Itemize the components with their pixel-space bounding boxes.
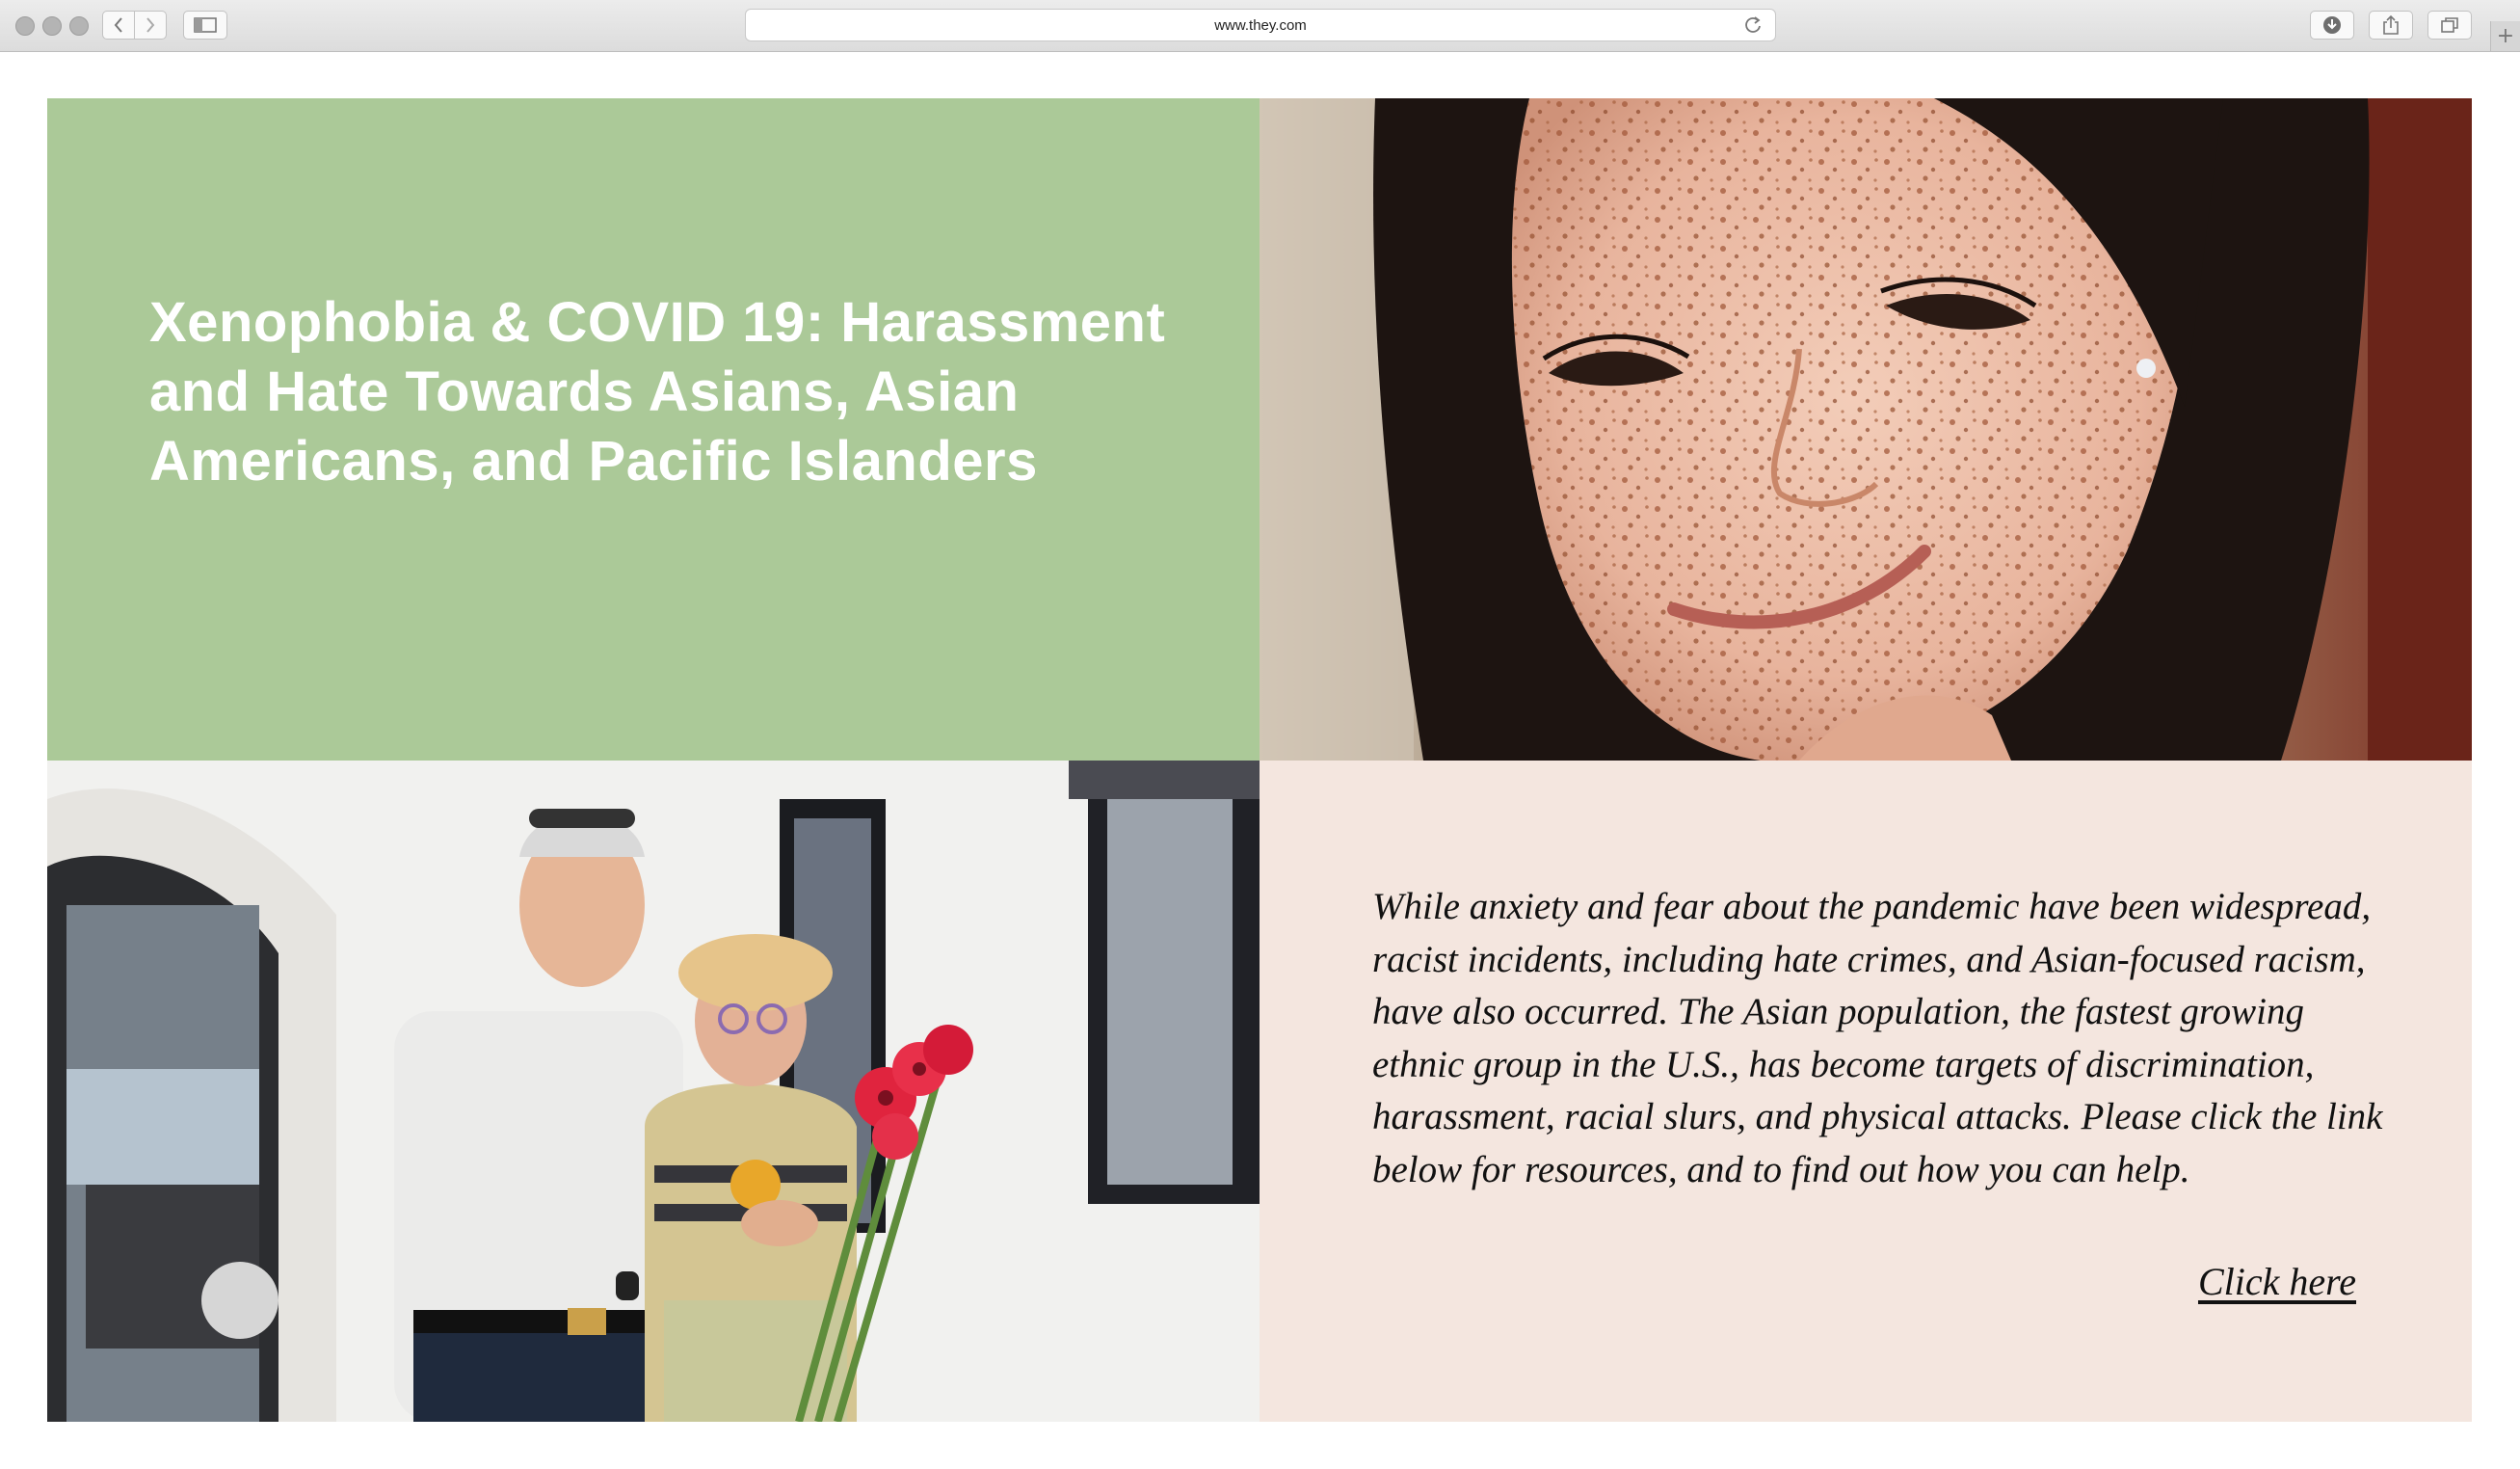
minimize-window-button[interactable] [42, 16, 62, 36]
download-icon [2323, 16, 2341, 34]
chevron-right-icon [146, 17, 155, 33]
browser-toolbar: www.they.com + [0, 0, 2520, 52]
address-bar[interactable]: www.they.com [745, 9, 1776, 41]
resources-link[interactable]: Click here [2198, 1259, 2356, 1304]
info-body-text: While anxiety and fear about the pandemi… [1372, 886, 2383, 1190]
downloads-button[interactable] [2310, 11, 2354, 40]
sidebar-button[interactable] [183, 11, 227, 40]
back-button[interactable] [102, 11, 135, 40]
page-content: Xenophobia & COVID 19: Harassment and Ha… [47, 98, 2472, 1422]
new-tab-button[interactable]: + [2490, 21, 2520, 51]
forward-button[interactable] [134, 11, 167, 40]
info-panel: While anxiety and fear about the pandemi… [1260, 761, 2472, 1422]
close-window-button[interactable] [15, 16, 35, 36]
hero-title: Xenophobia & COVID 19: Harassment and Ha… [149, 291, 1166, 493]
reload-icon[interactable] [1742, 14, 1764, 36]
portrait-photo [1260, 98, 2472, 761]
plus-icon: + [2496, 24, 2515, 48]
share-button[interactable] [2369, 11, 2413, 40]
chevron-left-icon [114, 17, 122, 33]
zoom-window-button[interactable] [69, 16, 89, 36]
address-url: www.they.com [1214, 16, 1307, 34]
couple-photo [47, 761, 1260, 1422]
young-woman-image [1260, 98, 2472, 761]
tabs-icon [2441, 17, 2458, 33]
elderly-couple-image [47, 761, 1260, 1422]
hero-title-panel: Xenophobia & COVID 19: Harassment and Ha… [47, 98, 1260, 761]
sidebar-icon [194, 17, 217, 33]
tabs-overview-button[interactable] [2427, 11, 2472, 40]
share-icon [2383, 14, 2399, 35]
